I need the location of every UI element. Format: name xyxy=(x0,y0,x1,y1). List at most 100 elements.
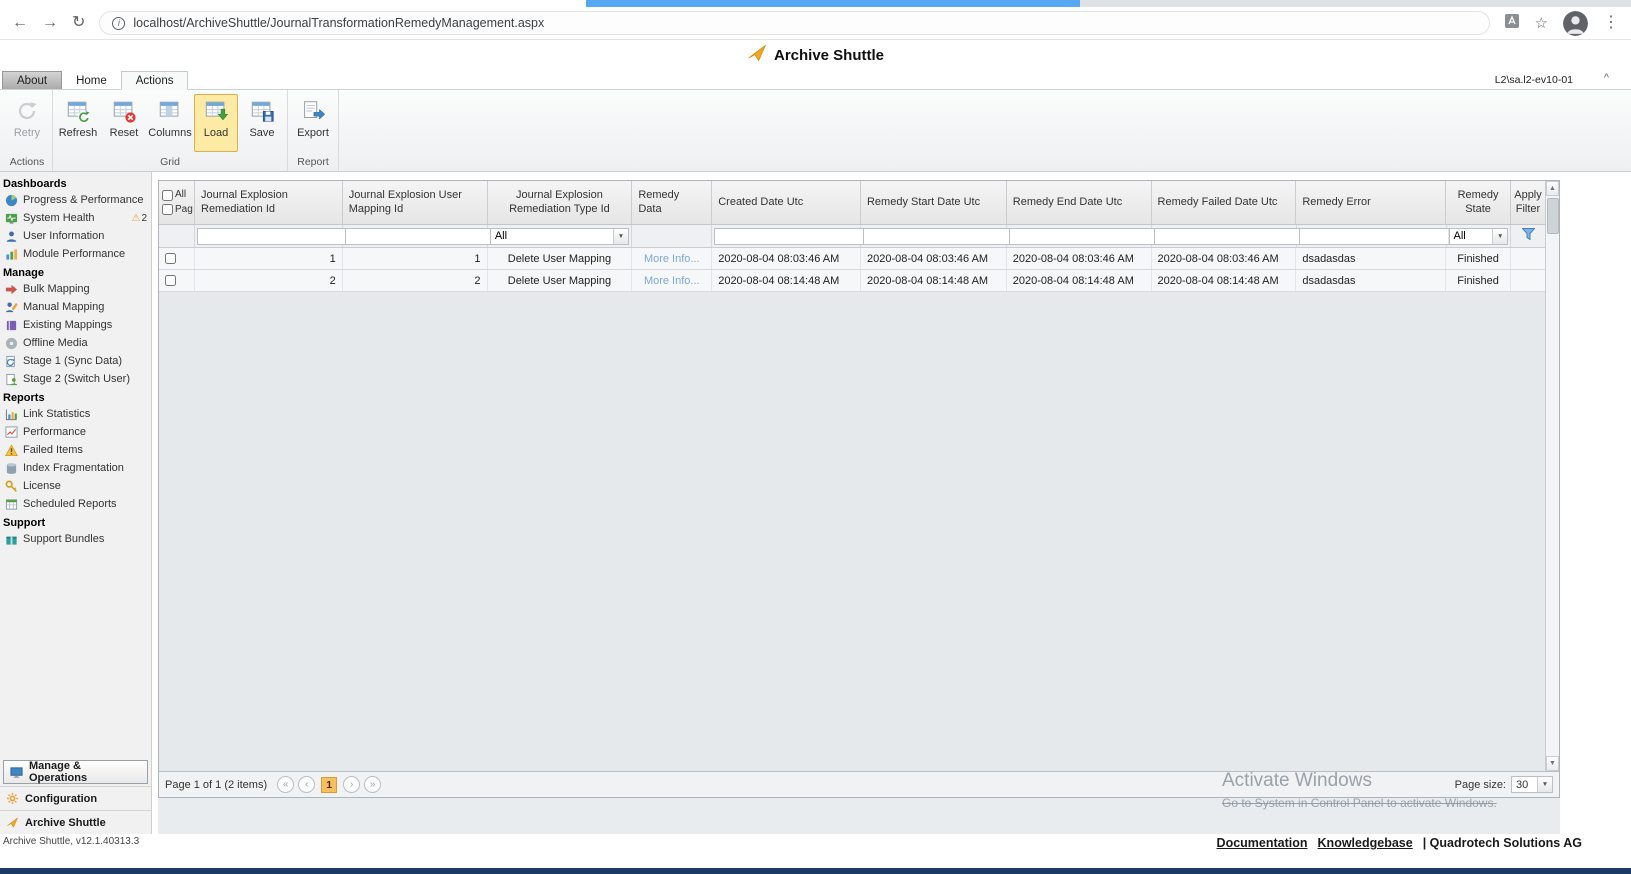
monitor-icon xyxy=(10,766,23,779)
scroll-up-icon[interactable]: ▲ xyxy=(1546,181,1559,196)
page-info-icon[interactable]: i xyxy=(112,17,125,30)
bookmark-star-icon[interactable]: ☆ xyxy=(1535,16,1548,31)
ribbon-tab-bar: About Home Actions L2\sa.l2-ev10-01 ^ xyxy=(0,70,1631,90)
more-info-link[interactable]: More Info... xyxy=(644,253,700,265)
scroll-down-icon[interactable]: ▼ xyxy=(1546,756,1559,771)
export-button[interactable]: Export xyxy=(291,94,335,152)
sidebar-item-existing-mappings[interactable]: Existing Mappings xyxy=(0,316,151,334)
forward-icon[interactable]: → xyxy=(42,15,58,31)
sidebar-item-support-bundles[interactable]: Support Bundles xyxy=(0,530,151,548)
back-icon[interactable]: ← xyxy=(12,15,28,31)
cell-start-date: 2020-08-04 08:03:46 AM xyxy=(861,248,1007,269)
documentation-link[interactable]: Documentation xyxy=(1217,836,1308,850)
col-header-end-date[interactable]: Remedy End Date Utc xyxy=(1007,181,1152,224)
ribbon-collapse-icon[interactable]: ^ xyxy=(1604,72,1609,84)
save-button[interactable]: Save xyxy=(240,94,284,152)
filter-type-value: All xyxy=(491,229,613,244)
sidebar-item-license[interactable]: License xyxy=(0,477,151,495)
dropdown-arrow-icon[interactable]: ▼ xyxy=(1537,777,1552,792)
app-version: Archive Shuttle, v12.1.40313.3 xyxy=(3,836,139,847)
filter-remediation-id-input[interactable] xyxy=(198,229,346,244)
sidebar-item-module-performance[interactable]: Module Performance xyxy=(0,245,151,263)
filter-state-value: All xyxy=(1450,229,1493,244)
reload-icon[interactable]: ↻ xyxy=(72,15,85,31)
filter-state-combo[interactable]: All▼ xyxy=(1449,228,1509,245)
col-header-remedy-state[interactable]: Remedy State xyxy=(1446,181,1511,224)
tab-home[interactable]: Home xyxy=(62,72,121,89)
filter-start-date-input[interactable] xyxy=(864,229,1012,244)
load-button[interactable]: Load xyxy=(194,94,238,152)
database-icon xyxy=(5,462,18,475)
sidebar-item-progress-performance[interactable]: Progress & Performance xyxy=(0,191,151,209)
col-header-remedy-data[interactable]: Remedy Data xyxy=(632,181,712,224)
sidebar-item-manual-mapping[interactable]: Manual Mapping xyxy=(0,298,151,316)
pager-current-page[interactable]: 1 xyxy=(321,777,337,793)
cell-remedy-error: dsadasdas xyxy=(1296,248,1446,269)
vertical-scrollbar[interactable]: ▲ ▼ xyxy=(1545,181,1559,771)
tab-actions[interactable]: Actions xyxy=(121,71,189,90)
col-header-start-date[interactable]: Remedy Start Date Utc xyxy=(861,181,1007,224)
row-checkbox[interactable] xyxy=(165,253,176,264)
page-size-combo[interactable]: 30▼ xyxy=(1511,776,1553,793)
gear-icon xyxy=(6,792,19,805)
apply-filter-funnel-icon[interactable] xyxy=(1522,227,1535,245)
sidebar-item-user-information[interactable]: User Information xyxy=(0,227,151,245)
url-bar[interactable]: i localhost/ArchiveShuttle/JournalTransf… xyxy=(99,11,1489,35)
sidebar-item-link-statistics[interactable]: Link Statistics xyxy=(0,405,151,423)
cell-remediation-type: Delete User Mapping xyxy=(488,270,633,291)
refresh-button[interactable]: Refresh xyxy=(56,94,100,152)
more-info-link[interactable]: More Info... xyxy=(644,275,700,287)
sidebar-item-label: Scheduled Reports xyxy=(23,498,117,510)
col-header-created-date[interactable]: Created Date Utc xyxy=(712,181,861,224)
nav-button-archive-shuttle[interactable]: Archive Shuttle xyxy=(0,810,151,834)
filter-user-mapping-id-input[interactable] xyxy=(346,229,494,244)
col-header-failed-date[interactable]: Remedy Failed Date Utc xyxy=(1152,181,1297,224)
col-header-remedy-error[interactable]: Remedy Error xyxy=(1296,181,1446,224)
filter-remedy-error-input[interactable] xyxy=(1300,229,1448,244)
sidebar-item-stage-1[interactable]: Stage 1 (Sync Data) xyxy=(0,352,151,370)
sidebar-item-index-fragmentation[interactable]: Index Fragmentation xyxy=(0,459,151,477)
cell-apply-filter xyxy=(1511,248,1545,269)
select-page-checkbox[interactable] xyxy=(162,204,173,215)
pager-last-icon[interactable]: » xyxy=(364,776,381,793)
nav-button-configuration[interactable]: Configuration xyxy=(0,786,151,810)
filter-created-date-input[interactable] xyxy=(715,229,863,244)
sidebar-item-performance[interactable]: Performance xyxy=(0,423,151,441)
sidebar-item-offline-media[interactable]: Offline Media xyxy=(0,334,151,352)
sidebar-item-failed-items[interactable]: Failed Items xyxy=(0,441,151,459)
sidebar-item-scheduled-reports[interactable]: Scheduled Reports xyxy=(0,495,151,513)
pager-first-icon[interactable]: « xyxy=(277,776,294,793)
columns-button[interactable]: Columns xyxy=(148,94,192,152)
load-label: Load xyxy=(204,127,228,139)
pager-prev-icon[interactable]: ‹ xyxy=(298,776,315,793)
table-row[interactable]: 2 2 Delete User Mapping More Info... 202… xyxy=(159,270,1545,292)
browser-menu-icon[interactable]: ⋮ xyxy=(1603,15,1619,31)
select-all-checkbox[interactable] xyxy=(162,190,173,201)
sidebar-item-bulk-mapping[interactable]: Bulk Mapping xyxy=(0,280,151,298)
save-icon xyxy=(249,98,275,124)
dropdown-arrow-icon[interactable]: ▼ xyxy=(613,229,628,244)
sidebar-item-system-health[interactable]: System Health ⚠2 xyxy=(0,209,151,227)
filter-end-date-input[interactable] xyxy=(1010,229,1158,244)
knowledgebase-link[interactable]: Knowledgebase xyxy=(1318,836,1413,850)
nav-button-manage-operations[interactable]: Manage & Operations xyxy=(3,760,148,784)
translate-icon[interactable] xyxy=(1504,13,1520,34)
retry-button[interactable]: Retry xyxy=(5,94,49,152)
dropdown-arrow-icon[interactable]: ▼ xyxy=(1492,229,1507,244)
table-row[interactable]: 1 1 Delete User Mapping More Info... 202… xyxy=(159,248,1545,270)
col-header-user-mapping-id[interactable]: Journal Explosion User Mapping Id xyxy=(343,181,488,224)
reset-button[interactable]: Reset xyxy=(102,94,146,152)
col-header-remediation-id[interactable]: Journal Explosion Remediation Id xyxy=(195,181,343,224)
filter-type-combo[interactable]: All▼ xyxy=(490,228,629,245)
avatar[interactable] xyxy=(1563,11,1588,36)
col-header-remediation-type-id[interactable]: Journal Explosion Remediation Type Id xyxy=(488,181,633,224)
filter-failed-date-input[interactable] xyxy=(1155,229,1303,244)
cell-failed-date: 2020-08-04 08:03:46 AM xyxy=(1152,248,1297,269)
tab-about[interactable]: About xyxy=(2,71,62,89)
sidebar-item-stage-2[interactable]: Stage 2 (Switch User) xyxy=(0,370,151,388)
row-checkbox[interactable] xyxy=(165,275,176,286)
pager-next-icon[interactable]: › xyxy=(343,776,360,793)
browser-tab-strip-blue xyxy=(586,0,1080,7)
cell-remediation-id: 2 xyxy=(195,270,343,291)
scrollbar-thumb[interactable] xyxy=(1547,198,1559,234)
